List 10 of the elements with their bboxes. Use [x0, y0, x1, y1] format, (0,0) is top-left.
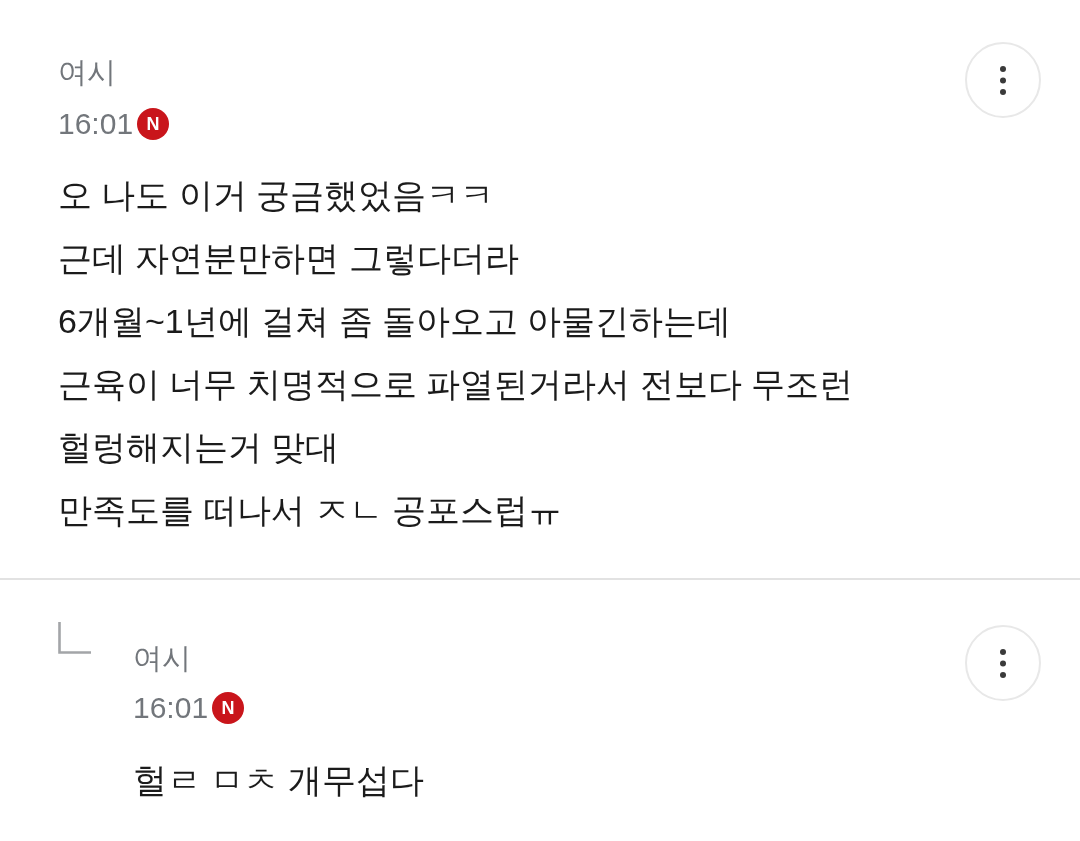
author-name: 여시 [133, 641, 192, 676]
new-badge: N [212, 692, 245, 724]
more-icon [1000, 65, 1006, 95]
comment-time: 16:01 [58, 106, 134, 142]
comment-text: 헐ㄹ ㅁㅊ 개무섭다 [133, 760, 425, 801]
author-name: 여시 [58, 55, 117, 90]
new-badge: N [137, 108, 170, 140]
comment-text: 오 나도 이거 궁금했었음ㅋㅋ 근데 자연분만하면 그렇다더라 6개월~1년에 걸쳐 좀 돌아오고 아물긴하는데 근육이 너무 치명적으로 파열된거라서 전보다 무조런 헐렁해지는거 맞대 만족도를 떠나서 ㅈㄴ 공포스럽ㅠ [58, 175, 855, 531]
comment-time: 16:01 [133, 690, 209, 726]
more-icon [1000, 648, 1006, 678]
